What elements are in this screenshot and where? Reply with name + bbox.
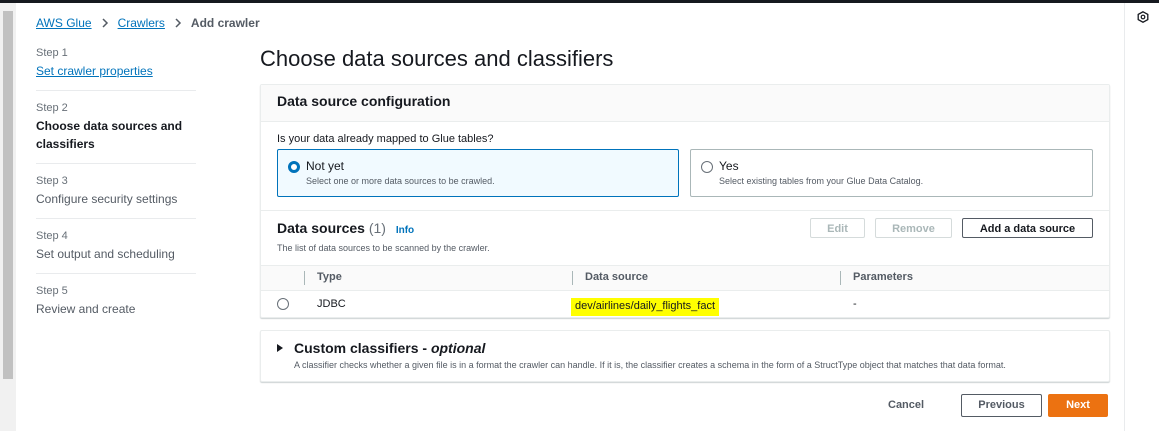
- table-header: Type Data source Parameters: [261, 265, 1109, 291]
- next-button[interactable]: Next: [1048, 394, 1108, 417]
- radio-description: Select existing tables from your Glue Da…: [719, 176, 924, 186]
- column-header-type[interactable]: Type: [317, 271, 342, 283]
- step-link-crawler-properties[interactable]: Set crawler properties: [36, 62, 196, 80]
- step-title: Configure security settings: [36, 192, 178, 206]
- remove-button[interactable]: Remove: [875, 218, 952, 238]
- column-separator: [304, 271, 305, 285]
- cell-type: JDBC: [317, 298, 346, 310]
- column-separator[interactable]: [840, 271, 841, 285]
- breadcrumb-aws-glue[interactable]: AWS Glue: [36, 16, 92, 30]
- radio-tile-not-yet[interactable]: Not yet Select one or more data sources …: [277, 149, 679, 197]
- step-3: Step 3 Configure security settings: [36, 173, 196, 219]
- breadcrumb-current: Add crawler: [190, 16, 260, 30]
- step-2: Step 2 Choose data sources and classifie…: [36, 100, 196, 164]
- chevron-right-icon: [102, 18, 108, 28]
- cell-data-source: dev/airlines/daily_flights_fact: [571, 298, 720, 316]
- step-title: Set output and scheduling: [36, 247, 175, 261]
- divider: [261, 210, 1109, 211]
- radio-description: Select one or more data sources to be cr…: [306, 176, 495, 186]
- caret-right-icon: [277, 344, 283, 352]
- radio-label: Not yet: [306, 159, 345, 173]
- help-panel-icon[interactable]: [1137, 11, 1149, 23]
- mapping-question: Is your data already mapped to Glue tabl…: [277, 133, 494, 145]
- scrollbar-thumb[interactable]: [3, 11, 13, 379]
- data-source-config-panel: Data source configuration Is your data a…: [260, 84, 1110, 318]
- optional-label: optional: [430, 340, 486, 356]
- radio-button[interactable]: [701, 161, 713, 173]
- panel-header: Data source configuration: [261, 85, 1109, 122]
- cell-parameters: -: [853, 298, 857, 310]
- info-link[interactable]: Info: [396, 225, 414, 236]
- custom-classifiers-expander[interactable]: Custom classifiers - optional A classifi…: [260, 330, 1110, 382]
- radio-tile-yes[interactable]: Yes Select existing tables from your Glu…: [690, 149, 1093, 197]
- scrollbar[interactable]: [0, 3, 16, 431]
- utility-panel: [1124, 3, 1159, 431]
- cancel-button[interactable]: Cancel: [888, 399, 924, 411]
- previous-button[interactable]: Previous: [961, 394, 1042, 417]
- wizard-steps: Step 1 Set crawler properties Step 2 Cho…: [36, 45, 196, 337]
- breadcrumb: AWS Glue Crawlers Add crawler: [36, 16, 260, 30]
- step-number: Step 2: [36, 102, 68, 114]
- radio-label: Yes: [719, 159, 739, 173]
- edit-button[interactable]: Edit: [810, 218, 865, 238]
- custom-classifiers-title: Custom classifiers - optional: [294, 340, 485, 356]
- breadcrumb-crawlers[interactable]: Crawlers: [118, 16, 165, 30]
- data-sources-heading: Data sources (1) Info: [277, 220, 414, 236]
- step-number: Step 4: [36, 230, 68, 242]
- step-1: Step 1 Set crawler properties: [36, 45, 196, 91]
- step-number: Step 1: [36, 47, 68, 59]
- column-header-parameters[interactable]: Parameters: [853, 271, 913, 283]
- row-select-radio[interactable]: [277, 298, 289, 310]
- table-row[interactable]: JDBC dev/airlines/daily_flights_fact -: [261, 291, 1109, 317]
- classifiers-title-text: Custom classifiers -: [294, 340, 431, 356]
- step-number: Step 5: [36, 285, 68, 297]
- data-sources-title: Data sources: [277, 220, 365, 236]
- radio-button[interactable]: [288, 161, 300, 173]
- step-title: Review and create: [36, 302, 136, 316]
- step-number: Step 3: [36, 175, 68, 187]
- step-5: Step 5 Review and create: [36, 283, 196, 328]
- data-sources-count: (1): [368, 220, 386, 236]
- data-sources-description: The list of data sources to be scanned b…: [277, 243, 490, 253]
- page-title: Choose data sources and classifiers: [260, 46, 614, 71]
- column-header-data-source[interactable]: Data source: [585, 271, 648, 283]
- top-bar: [0, 0, 1159, 3]
- add-data-source-button[interactable]: Add a data source: [962, 218, 1093, 238]
- step-4: Step 4 Set output and scheduling: [36, 228, 196, 274]
- chevron-right-icon: [175, 18, 181, 28]
- panel-title: Data source configuration: [277, 93, 451, 109]
- step-current-title: Choose data sources and classifiers: [36, 119, 183, 151]
- column-separator[interactable]: [572, 271, 573, 285]
- classifiers-description: A classifier checks whether a given file…: [294, 360, 1006, 370]
